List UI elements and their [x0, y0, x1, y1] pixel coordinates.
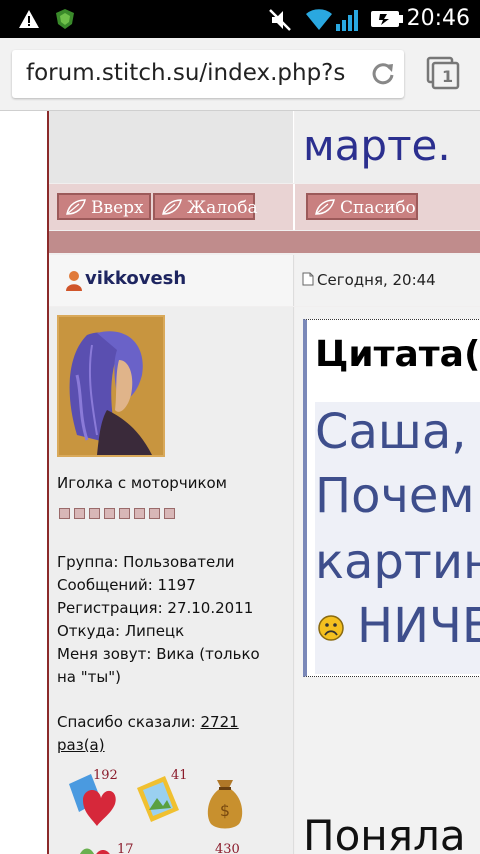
up-button-label: Вверх: [91, 198, 144, 218]
rank-square: [59, 508, 70, 519]
award-row2-icon[interactable]: [77, 844, 117, 854]
avatar[interactable]: [57, 315, 165, 457]
thanks-button-label: Спасибо: [340, 198, 416, 218]
heart-award-count: 192: [93, 768, 118, 783]
svg-text:$: $: [220, 801, 230, 820]
web-page: марте. Вверх Жалоба Спасибо vikkovesh Се…: [0, 111, 480, 854]
thanks-link-times[interactable]: раз(а): [57, 736, 105, 754]
tab-count: 1: [442, 67, 454, 86]
award-count-row2-a: 17: [117, 842, 134, 854]
leaf-icon: [162, 199, 182, 215]
thanks-label: Спасибо сказали:: [57, 713, 201, 731]
quote-block: Цитата( Саша, Почем картин НИЧЕ: [303, 319, 480, 677]
battery-icon: [371, 11, 403, 27]
rank-square: [119, 508, 130, 519]
quote-body: Саша, Почем картин НИЧЕ: [315, 402, 480, 674]
post-date-cell: Сегодня, 20:44: [295, 255, 480, 306]
post-text: Поняла: [303, 811, 466, 854]
prev-post-content-cell: марте.: [295, 111, 480, 183]
prev-post-profile-cell: [49, 111, 294, 183]
reload-icon[interactable]: [370, 61, 396, 87]
quote-line: НИЧЕ: [357, 598, 480, 654]
actions-divider: [293, 184, 295, 230]
signal-icon: [336, 10, 358, 31]
award-count-row2-b: 430: [215, 842, 240, 854]
post-separator: [49, 231, 480, 253]
quote-line: Саша,: [315, 404, 467, 460]
prev-post-text: марте.: [303, 121, 451, 170]
picture-award-count: 41: [171, 768, 188, 783]
quote-line: картин: [315, 534, 480, 590]
rank-square: [134, 508, 145, 519]
url-text[interactable]: forum.stitch.su/index.php?s: [26, 60, 366, 86]
url-field[interactable]: forum.stitch.su/index.php?s: [12, 50, 404, 98]
rank-square: [89, 508, 100, 519]
browser-toolbar: forum.stitch.su/index.php?s 1: [0, 38, 480, 111]
wifi-icon: [306, 9, 332, 31]
user-name-line2: на "ты"): [57, 668, 121, 686]
user-location: Откуда: Липецк: [57, 622, 185, 640]
sad-smiley-icon: [318, 615, 344, 641]
post-date: Сегодня, 20:44: [317, 271, 436, 289]
leaf-icon: [66, 199, 86, 215]
quote-title: Цитата(: [315, 334, 480, 375]
rank-square: [74, 508, 85, 519]
quote-line: Почем: [315, 468, 475, 524]
leaf-icon: [315, 199, 335, 215]
rank-square: [149, 508, 160, 519]
report-button-label: Жалоба: [187, 198, 258, 218]
rank-square: [104, 508, 115, 519]
clock: 20:46: [406, 6, 470, 31]
shield-app-icon: [56, 9, 74, 29]
report-button[interactable]: Жалоба: [153, 193, 258, 220]
up-button[interactable]: Вверх: [57, 193, 151, 220]
tabs-button[interactable]: 1: [426, 56, 460, 94]
forum-thread: марте. Вверх Жалоба Спасибо vikkovesh Се…: [49, 111, 480, 854]
status-bar: 20:46: [0, 0, 480, 38]
user-title: Иголка с моторчиком: [57, 474, 227, 492]
user-group: Группа: Пользователи: [57, 553, 235, 571]
user-messages: Сообщений: 1197: [57, 576, 196, 594]
rank-square: [164, 508, 175, 519]
author-username[interactable]: vikkovesh: [85, 268, 186, 289]
user-icon: [66, 271, 82, 291]
post-content: Цитата( Саша, Почем картин НИЧЕ Поняла: [295, 307, 480, 854]
page-margin: [0, 111, 48, 854]
post-author-cell: vikkovesh: [49, 255, 294, 306]
document-icon: [302, 272, 314, 286]
thanks-link[interactable]: 2721: [201, 713, 239, 731]
thanks-line2: раз(а): [57, 734, 105, 757]
thanks-button[interactable]: Спасибо: [306, 193, 418, 220]
rank-squares: [59, 504, 179, 523]
thanks-line: Спасибо сказали: 2721: [57, 711, 239, 734]
user-registration: Регистрация: 27.10.2011: [57, 599, 254, 617]
author-profile: Иголка с моторчиком Группа: Пользователи…: [49, 307, 294, 854]
money-bag-award-icon[interactable]: $: [203, 776, 247, 830]
warning-icon: [19, 10, 39, 28]
mute-icon: [269, 9, 291, 31]
user-name-line1: Меня зовут: Вика (только: [57, 645, 260, 663]
